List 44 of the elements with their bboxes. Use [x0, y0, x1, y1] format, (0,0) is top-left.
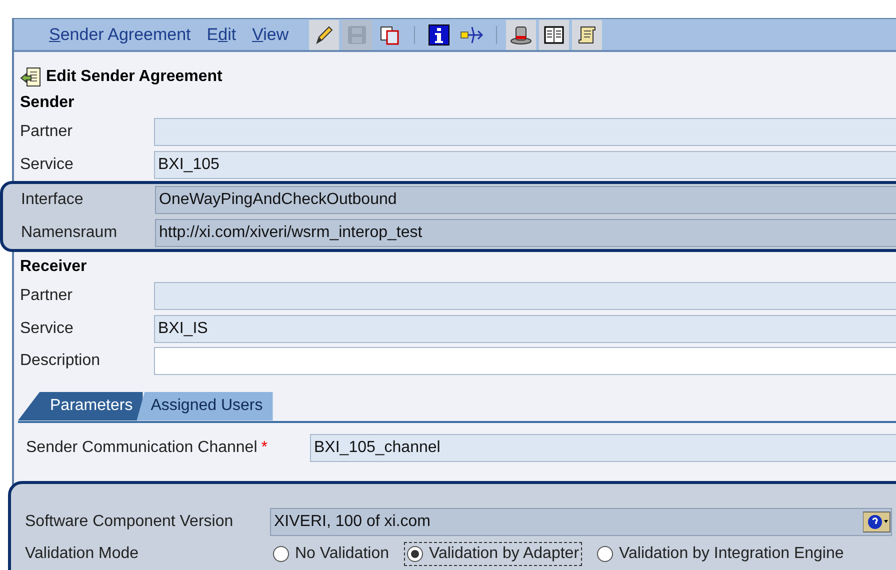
toolbar-button[interactable]: [506, 20, 536, 50]
select-field[interactable]: XIVERI, 100 of xi.com: [270, 508, 892, 536]
document-icon: [20, 66, 42, 88]
info-icon: [428, 24, 450, 46]
text-field[interactable]: http://xi.com/xiveri/wsrm_interop_test: [155, 218, 896, 247]
scroll-icon: [576, 24, 598, 46]
section-heading: Sender: [19, 93, 76, 113]
help-icon[interactable]: [863, 510, 891, 533]
field-label: Sender Communication Channel *: [26, 438, 268, 456]
field-label: Validation Mode: [25, 545, 140, 564]
copy-icon: [378, 24, 401, 46]
text-field[interactable]: BXI_105: [154, 150, 896, 179]
field-label: Partner: [19, 287, 74, 306]
text-field[interactable]: [154, 118, 896, 146]
toolbar-button[interactable]: [538, 20, 569, 50]
radio-button[interactable]: [597, 546, 614, 562]
radio-option[interactable]: Validation by Adapter: [404, 542, 582, 566]
text-field[interactable]: BXI_105_channel: [310, 434, 896, 462]
menu-item[interactable]: Sender Agreement: [49, 24, 191, 44]
toolbar-button[interactable]: [308, 20, 339, 50]
field-label: Description: [19, 352, 102, 370]
menu-item[interactable]: View: [252, 24, 289, 44]
section-heading: Receiver: [19, 257, 88, 277]
page-title: Edit Sender Agreement: [46, 68, 222, 86]
radio-option[interactable]: No Validation: [270, 542, 392, 566]
field-label: Service: [19, 156, 74, 174]
field-label: Partner: [19, 123, 74, 142]
text-field[interactable]: OneWayPingAndCheckOutbound: [155, 186, 896, 214]
book-icon: [542, 24, 565, 46]
text-field[interactable]: [154, 347, 896, 376]
field-label: Interface: [20, 191, 84, 210]
radio-button[interactable]: [273, 546, 289, 562]
text-field[interactable]: BXI_IS: [154, 314, 896, 343]
field-label: Software Component Version: [25, 512, 234, 531]
radio-option[interactable]: Validation by Integration Engine: [594, 542, 847, 566]
tab[interactable]: Assigned Users: [136, 392, 273, 420]
field-label: Namensraum: [20, 224, 118, 242]
radio-button[interactable]: [406, 546, 423, 562]
menu-item[interactable]: Edit: [206, 24, 236, 44]
tab[interactable]: Parameters: [18, 392, 143, 420]
hat-icon: [510, 24, 532, 46]
text-field[interactable]: [154, 282, 896, 310]
field-label: Service: [19, 320, 74, 338]
toolbar-button[interactable]: [572, 20, 602, 50]
